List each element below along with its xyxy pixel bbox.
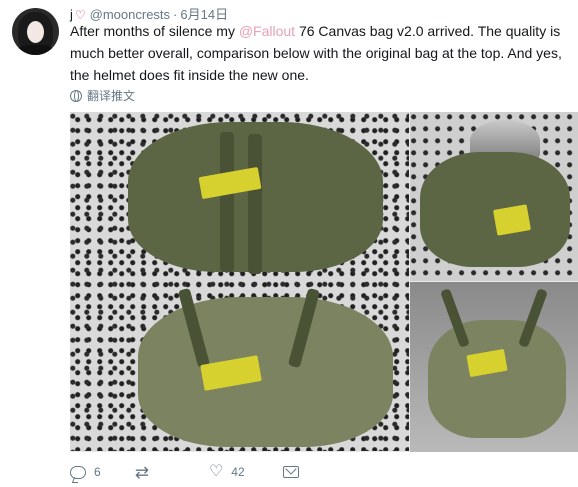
- like-button[interactable]: ♡ 42: [209, 464, 245, 480]
- new-bag-side: [428, 320, 566, 438]
- bag-strap: [248, 134, 262, 274]
- reply-count: 6: [94, 465, 101, 479]
- reply-icon: [70, 465, 86, 479]
- new-bag: [138, 297, 393, 447]
- avatar-face: [27, 21, 44, 43]
- photo-helmet-in-bag[interactable]: [410, 112, 578, 281]
- retweet-icon: ⇄: [134, 462, 149, 482]
- bag-strap: [220, 132, 234, 272]
- like-icon: ♡: [208, 463, 224, 480]
- user-avatar[interactable]: [12, 8, 59, 55]
- direct-message-button[interactable]: [282, 466, 299, 478]
- mention-link[interactable]: @Fallout: [239, 23, 295, 39]
- reply-button[interactable]: 6: [70, 465, 101, 479]
- direct-message-icon: [282, 466, 299, 478]
- tweet-media-grid: [70, 112, 578, 452]
- avatar-shirt: [17, 45, 54, 55]
- like-count: 42: [231, 465, 245, 479]
- tweet-actions: 6 ⇄ ♡ 42: [70, 463, 333, 481]
- retweet-button[interactable]: ⇄: [135, 464, 157, 481]
- translate-label: 翻译推文: [87, 89, 136, 103]
- tweet-text-before: After months of silence my: [70, 23, 239, 39]
- photo-bags-comparison[interactable]: [70, 112, 409, 451]
- tweet-text: After months of silence my @Fallout 76 C…: [70, 20, 570, 86]
- translate-tweet-link[interactable]: 翻译推文: [70, 87, 135, 104]
- photo-bag-side[interactable]: [410, 282, 578, 452]
- globe-icon: [70, 89, 82, 102]
- tweet-header: j ♡ @mooncrests · 6月14日: [70, 4, 228, 22]
